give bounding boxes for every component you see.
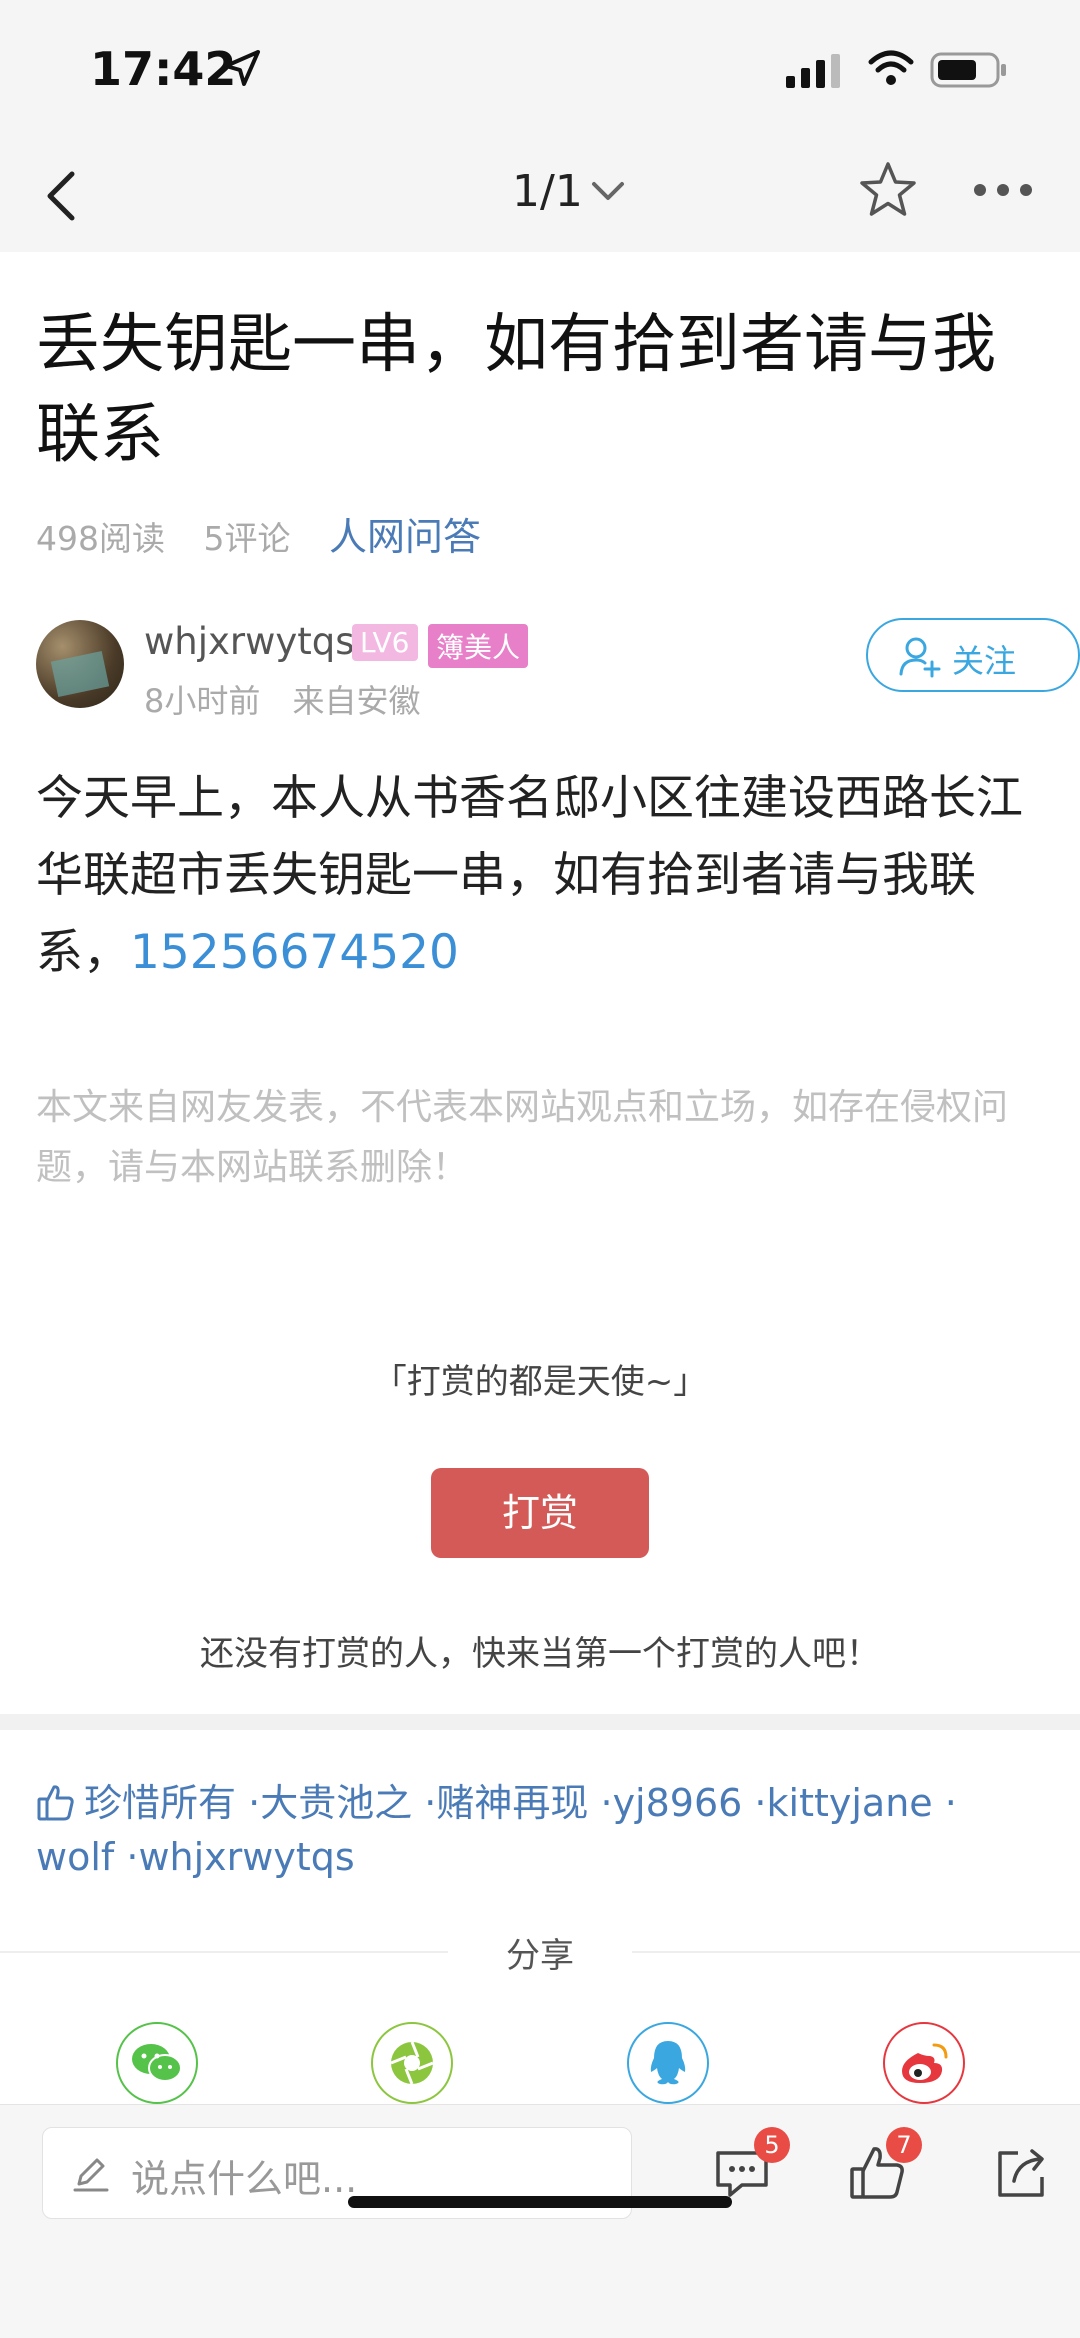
weibo-icon xyxy=(902,2043,948,2083)
comment-count: 5评论 xyxy=(203,519,291,558)
author-subline: 8小时前 来自安徽 xyxy=(144,676,443,722)
post-location: 来自安徽 xyxy=(292,682,421,720)
star-icon[interactable] xyxy=(858,160,918,220)
likes-list: 珍惜所有 ·大贵池之 ·赌神再现 ·yj8966 ·kittyjane · wo… xyxy=(36,1776,1046,1884)
page-indicator[interactable]: 1/1 xyxy=(512,166,583,217)
section-divider xyxy=(0,1714,1080,1730)
avatar[interactable] xyxy=(36,620,124,708)
like-user[interactable]: wolf xyxy=(36,1835,114,1879)
reward-note: 还没有打赏的人，快来当第一个打赏的人吧！ xyxy=(200,1634,880,1674)
follow-button[interactable]: 关注 xyxy=(866,618,1080,692)
article-meta: 498阅读 5评论 人网问答 xyxy=(36,506,509,561)
thumb-up-icon xyxy=(37,1785,74,1821)
add-user-icon xyxy=(899,637,941,678)
title-badge: 簿美人 xyxy=(428,624,529,668)
like-user[interactable]: ·大贵池之 xyxy=(248,1781,412,1825)
qq-icon xyxy=(650,2041,686,2085)
level-badge: LV6 xyxy=(352,624,418,661)
wechat-icon xyxy=(132,2044,182,2082)
reward-quote: 「打赏的都是天使~」 xyxy=(372,1362,708,1402)
article-body: 今天早上，本人从书香名邸小区往建设西路长江华联超市丢失钥匙一串，如有拾到者请与我… xyxy=(36,760,1046,991)
article-title: 丢失钥匙一串，如有拾到者请与我联系 xyxy=(36,308,996,472)
status-time: 17:42 xyxy=(90,42,237,96)
share-icon[interactable] xyxy=(992,2143,1052,2203)
disclaimer: 本文来自网友发表，不代表本网站观点和立场，如存在侵权问题，请与本网站联系删除！ xyxy=(36,1087,1009,1188)
like-user[interactable]: ·yj8966 xyxy=(600,1781,742,1825)
category-link[interactable]: 人网问答 xyxy=(329,515,481,559)
wifi-icon xyxy=(868,50,914,85)
post-time: 8小时前 xyxy=(144,682,261,720)
share-label: 分享 xyxy=(506,1936,574,1976)
home-indicator[interactable] xyxy=(348,2196,732,2208)
comment-placeholder: 说点什么吧... xyxy=(131,2157,358,2201)
like-user[interactable]: ·赌神再现 xyxy=(424,1781,588,1825)
share-qq[interactable] xyxy=(627,2022,709,2104)
like-user[interactable]: 珍惜所有 xyxy=(84,1781,236,1825)
chevron-down-icon[interactable] xyxy=(590,180,626,204)
phone-link[interactable]: 15256674520 xyxy=(130,925,459,980)
location-arrow-icon xyxy=(224,50,260,86)
signal-icon xyxy=(786,54,840,88)
status-bar: 17:42 xyxy=(0,0,1080,140)
reward-button[interactable]: 打赏 xyxy=(431,1468,649,1558)
back-arrow-icon[interactable] xyxy=(42,168,82,224)
more-icon[interactable] xyxy=(972,182,1034,198)
like-count-badge: 7 xyxy=(886,2127,922,2163)
share-weibo[interactable] xyxy=(883,2022,965,2104)
like-separator: · xyxy=(944,1781,957,1825)
comment-count-badge: 5 xyxy=(754,2127,790,2163)
moments-icon xyxy=(390,2041,434,2085)
nav-bar: 1/1 xyxy=(0,140,1080,252)
bottom-bar: 说点什么吧... 5 7 xyxy=(0,2104,1080,2338)
share-moments[interactable] xyxy=(371,2022,453,2104)
follow-label: 关注 xyxy=(952,642,1017,680)
author-name[interactable]: whjxrwytqs xyxy=(144,620,355,663)
share-wechat[interactable] xyxy=(116,2022,198,2104)
like-user[interactable]: ·whjxrwytqs xyxy=(126,1835,354,1879)
pencil-icon xyxy=(73,2158,109,2192)
battery-icon xyxy=(930,52,1006,88)
like-user[interactable]: ·kittyjane xyxy=(754,1781,932,1825)
read-count: 498阅读 xyxy=(36,519,165,558)
